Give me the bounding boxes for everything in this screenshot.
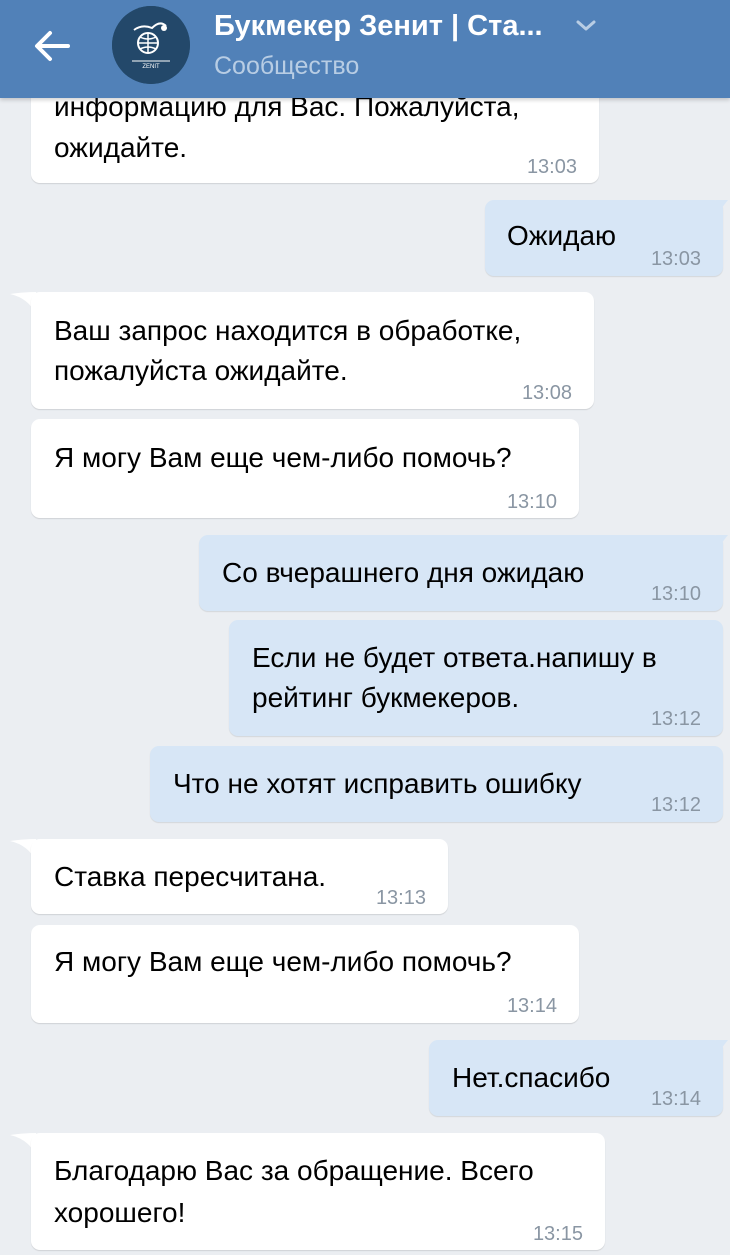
message-text: Со вчерашнего дня ожидаю xyxy=(222,557,585,588)
avatar-label: ZENIT xyxy=(142,64,160,70)
message-bubble-incoming[interactable]: Я могу Вам еще чем-либо помочь? 13:14 xyxy=(31,925,579,1023)
bubble-tail xyxy=(716,535,728,551)
message-text: Нет.спасибо xyxy=(452,1062,611,1093)
message-text: ожидайте. xyxy=(54,132,188,163)
message-text: рейтинг букмекеров. xyxy=(252,682,520,713)
message-bubble-outgoing[interactable]: Что не хотят исправить ошибку 13:12 xyxy=(150,746,723,822)
message-timestamp: 13:08 xyxy=(521,382,572,404)
message-text: Благодарю Вас за обращение. Всего xyxy=(54,1155,534,1186)
message-bubble-outgoing[interactable]: Если не будет ответа.напишу в рейтинг бу… xyxy=(229,620,723,736)
message-timestamp: 13:10 xyxy=(650,583,701,605)
message-text: Что не хотят исправить ошибку xyxy=(173,768,582,799)
message-timestamp: 13:12 xyxy=(650,708,701,730)
message-bubble-incoming[interactable]: Ставка пересчитана. 13:13 xyxy=(31,839,448,914)
chevron-down-icon[interactable] xyxy=(574,18,598,34)
chat-subtitle: Сообщество xyxy=(214,52,360,80)
message-timestamp: 13:10 xyxy=(506,491,557,513)
message-text: Если не будет ответа.напишу в xyxy=(252,642,657,673)
message-timestamp: 13:03 xyxy=(526,156,577,178)
message-bubble-incoming[interactable]: Благодарю Вас за обращение. Всего хороше… xyxy=(31,1133,605,1250)
message-text: Ставка пересчитана. xyxy=(54,861,327,892)
message-list[interactable]: информацию для Вас. Пожалуйста, ожидайте… xyxy=(0,0,730,1254)
message-timestamp: 13:03 xyxy=(650,248,701,270)
message-text: хорошего! xyxy=(54,1197,186,1228)
message-timestamp: 13:14 xyxy=(650,1088,701,1110)
bubble-tail xyxy=(716,200,728,216)
message-bubble-outgoing[interactable]: Ожидаю 13:03 xyxy=(485,200,723,276)
message-text: Ожидаю xyxy=(507,220,617,251)
message-bubble-outgoing[interactable]: Нет.спасибо 13:14 xyxy=(429,1040,723,1116)
message-text: Я могу Вам еще чем-либо помочь? xyxy=(54,442,512,473)
message-bubble-incoming[interactable]: Ваш запрос находится в обработке, пожалу… xyxy=(31,292,594,409)
bubble-tail xyxy=(716,1040,728,1056)
top-bar: ZENIT Букмекер Зенит | Ста... Сообщество xyxy=(0,0,730,98)
message-bubble-outgoing[interactable]: Со вчерашнего дня ожидаю 13:10 xyxy=(199,535,723,611)
message-timestamp: 13:13 xyxy=(375,887,426,909)
community-avatar[interactable]: ZENIT xyxy=(112,6,190,84)
message-timestamp: 13:15 xyxy=(532,1223,583,1245)
message-timestamp: 13:12 xyxy=(650,794,701,816)
message-text: пожалуйста ожидайте. xyxy=(54,355,348,386)
message-bubble-incoming[interactable]: Я могу Вам еще чем-либо помочь? 13:10 xyxy=(31,419,579,518)
chat-title[interactable]: Букмекер Зенит | Ста... xyxy=(214,10,543,43)
message-text: Я могу Вам еще чем-либо помочь? xyxy=(54,946,512,977)
back-arrow-icon[interactable] xyxy=(30,24,74,68)
message-timestamp: 13:14 xyxy=(506,995,557,1017)
message-text: Ваш запрос находится в обработке, xyxy=(54,315,522,346)
